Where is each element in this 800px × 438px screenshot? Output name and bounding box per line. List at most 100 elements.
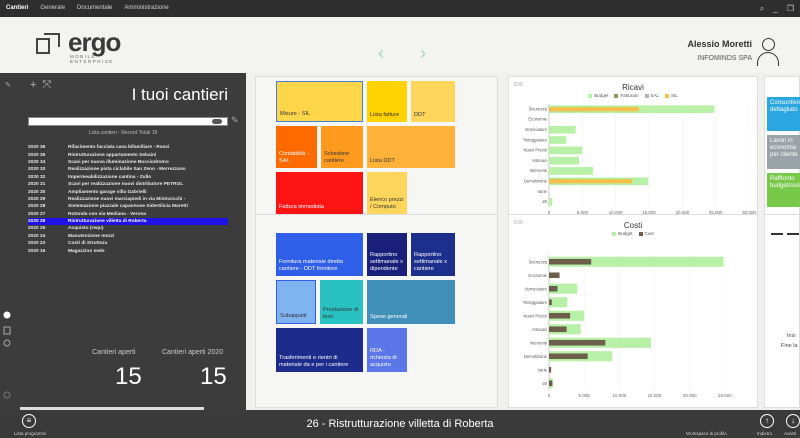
tile-spese-generali[interactable]: Spese generali — [367, 280, 455, 324]
tile-lista-ddt[interactable]: Lista DDT — [367, 126, 455, 168]
list-item-year: 2020 — [28, 226, 39, 232]
list-item-desc: Impermeabilizzazione cantina - Zullo — [68, 174, 152, 180]
chart-title: Ricavi — [622, 83, 644, 92]
tile-fattura-immediata[interactable]: Fattura immediata — [276, 172, 363, 214]
list-item[interactable]: 2020 31 Scavi per realizzazione nuovi dist… — [28, 181, 228, 188]
list-item[interactable]: 2020 35 Ristrutturazione appartamento Seba… — [28, 151, 228, 158]
list-item[interactable]: 2020 23 Costi di Struttura — [28, 240, 228, 247]
list-item[interactable]: 2020 29 Realizzazione nuovi marciapiedi in… — [28, 196, 228, 203]
y-tick-label: Verniciature — [525, 127, 548, 132]
list-item[interactable]: 2020 25 Acquisto (requ) — [28, 225, 228, 232]
back-icon[interactable]: ↑ — [760, 414, 774, 428]
chart-legend: Budget Fatturato SAL SIL — [509, 93, 757, 98]
menu-amministrazione[interactable]: Amministrazione — [118, 0, 174, 17]
bar-budget — [549, 197, 553, 206]
y-tick-label: Economie — [528, 117, 547, 122]
panel-title: I tuoi cantieri — [131, 85, 228, 104]
tile-fornitura-materiale[interactable]: Fornitura materiale diretta cantiere - D… — [276, 233, 363, 276]
current-site-title: 26 - Ristrutturazione villetta di Robert… — [306, 418, 494, 430]
menu-documentale[interactable]: Documentale — [71, 0, 118, 17]
tile-consuntivo[interactable]: Consuntivo dettagliato — [767, 97, 800, 131]
tile-misure-sil[interactable]: Misure - SIL — [276, 81, 363, 122]
bar-budget — [549, 125, 576, 134]
chevron-left-icon[interactable]: ‹ — [378, 43, 384, 64]
list-item[interactable]: 2020 30 Ampliamento garage villa Gabrielli — [28, 188, 228, 195]
legend-item: Fatturato — [614, 93, 639, 98]
legend-item: Budget — [588, 93, 608, 98]
tile-schedone-cantiere[interactable]: Schedone cantiere — [321, 126, 363, 168]
y-tick-label: Intonaci — [532, 158, 547, 163]
list-item[interactable]: 2020 16 Magazzino sede — [28, 247, 228, 254]
list-item[interactable]: 2020 27 Rotonda con via Mediana - Verona — [28, 211, 228, 218]
y-tick-label: Demolizione — [524, 354, 548, 359]
chart-legend: Budget Cost — [509, 231, 757, 236]
tile-prestazione-terzi[interactable]: Prestazione di terzi — [320, 280, 363, 324]
tile-elenco-prezzi[interactable]: Elenco prezzi / Computo — [367, 172, 407, 214]
x-tick-label: 0 — [548, 393, 551, 398]
list-item-year: 2020 — [28, 196, 39, 202]
search-icon[interactable]: ⌕ — [760, 0, 764, 17]
chart-ricavi-svg: 0 5.000 10.000 15.000 20.000 25.000 30.000Sicu… — [523, 104, 756, 215]
list-item-desc: Realizzazione nuovi marciapiedi in via M… — [68, 196, 186, 202]
list-item[interactable]: 2020 28 Sistemazione piazzale capannone Si… — [28, 203, 228, 210]
tile-trasferimenti[interactable]: Trasferimenti e rientri di materiale da … — [276, 328, 363, 372]
chart-costi: 0 5.000 10.000 15.000 20.000 25.000 Sicurezza E… — [508, 214, 758, 408]
list-item[interactable]: 2020 34 Scavi per nuova illuminazione Bocc… — [28, 159, 228, 166]
tile-ddt[interactable]: DDT — [411, 81, 455, 122]
y-tick-label: Nuovi Prezzi — [523, 313, 547, 318]
list-item-desc: Rifacimento facciata casa bifamiliare - … — [68, 145, 170, 151]
stat-label-open-2020: Cantieri aperti 2020 — [162, 349, 224, 356]
tile-lavori-economia[interactable]: Lavori in economia per cliente — [767, 135, 800, 169]
list-item[interactable]: 2020 26 Ristrutturazione villetta di Rober… — [28, 217, 228, 226]
legend-swatch — [614, 93, 619, 98]
y-tick-label: Interventi — [530, 168, 547, 173]
chart-ricavi: 0 5.000 10.000 15.000 20.000 25.000 30.000 Sicu… — [508, 76, 758, 218]
list-item-num: 24 — [40, 233, 46, 239]
restore-icon[interactable]: ❐ — [787, 0, 794, 17]
list-item[interactable]: 2020 36 Rifacimento facciata casa bifamili… — [28, 144, 228, 151]
chevron-right-icon[interactable]: › — [420, 43, 426, 64]
y-tick-label: Interventi — [530, 340, 547, 345]
list-item-desc: Scavi per nuova illuminazione Bocciodrom… — [68, 159, 169, 165]
legend-label: SAL — [650, 93, 660, 98]
list-item[interactable]: 2020 32 Impermeabilizzazione cantina - Zul… — [28, 174, 228, 181]
minimize-icon[interactable]: _ — [773, 0, 777, 17]
list-item[interactable]: 2020 24 Manutenzione mezzi — [28, 233, 228, 240]
y-tick-label: Nuovi Prezzi — [523, 148, 547, 153]
expand-icon[interactable]: ⤧ — [42, 79, 51, 92]
list-item-num: 25 — [40, 226, 46, 232]
bar-cost — [549, 353, 588, 360]
legend-swatch — [588, 93, 593, 98]
tile-subappalti[interactable]: Subappalti — [276, 280, 316, 324]
info-icon — [3, 311, 11, 319]
list-item-num: 32 — [40, 174, 46, 180]
bar-budget — [549, 136, 567, 144]
tile-rapportino-cantiere[interactable]: Rapportino settimanale x cantiere — [411, 233, 455, 276]
add-icon[interactable]: + — [30, 79, 36, 92]
programs-list-label: Lista programmi — [14, 431, 47, 436]
tile-contabilita-sal[interactable]: Contabilità - SAL — [276, 126, 317, 168]
list-item-num: 23 — [40, 241, 46, 247]
list-item-year: 2020 — [28, 233, 39, 239]
tile-lista-fatture[interactable]: Lista fatture — [367, 81, 407, 122]
x-tick-label: 20.000 — [683, 393, 697, 398]
page-navigation: ‹ › — [378, 43, 426, 64]
avatar-icon[interactable] — [756, 38, 780, 66]
menu-cantieri[interactable]: Cantieri — [0, 0, 34, 17]
forward-icon[interactable]: ↓ — [786, 414, 800, 428]
bar-budget — [549, 156, 579, 165]
search-input[interactable] — [28, 117, 228, 126]
menu-generale[interactable]: Generale — [34, 0, 71, 17]
tile-rapportino-dipendente[interactable]: Rapportino settimanale x dipendente — [367, 233, 407, 276]
filter-toggle[interactable] — [212, 119, 222, 124]
y-tick-label: Tinteggiature — [523, 137, 548, 142]
list-item-desc: Scavi per realizzazione nuovi distributo… — [68, 182, 184, 188]
tile-rda[interactable]: RDA - richiesta di acquisto — [367, 328, 407, 372]
cantieri-panel: ✎ + ⤧ I tuoi cantieri ✎ Lista cantieri -… — [0, 73, 246, 410]
list-item[interactable]: 2020 33 Realizzazione pista ciclabile San … — [28, 166, 228, 173]
tile-raffronto[interactable]: Raffronto budget/cost — [767, 173, 800, 207]
list-item-year: 2020 — [28, 189, 39, 195]
bar-sil — [549, 107, 639, 112]
pencil-icon[interactable]: ✎ — [231, 115, 239, 126]
logo-tagline-2: ENTERPRISE — [70, 59, 114, 64]
